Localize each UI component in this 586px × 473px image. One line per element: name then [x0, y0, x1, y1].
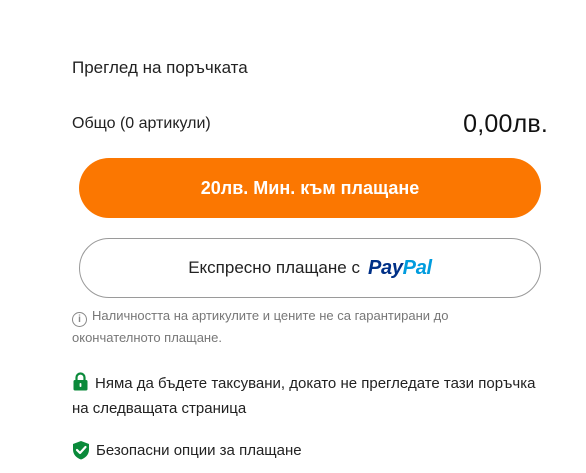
order-summary-title: Преглед на поръчката [72, 58, 248, 77]
info-circle-icon: i [72, 312, 87, 327]
secure-payment-text: Безопасни опции за плащане [96, 441, 302, 459]
paypal-express-button[interactable]: Експресно плащане с PayPal [79, 238, 541, 298]
order-summary-panel: Преглед на поръчката Общо (0 артикули) 0… [0, 0, 586, 473]
paypal-logo-pay: Pay [367, 256, 403, 279]
availability-note-text: Наличността на артикулите и цените не са… [72, 308, 449, 345]
secure-payment-row: Безопасни опции за плащане [72, 440, 302, 460]
shield-check-icon [72, 440, 90, 460]
total-items-label: Общо (0 артикули) [72, 115, 211, 132]
lock-icon [72, 372, 89, 398]
total-amount: 0,00лв. [463, 110, 548, 138]
availability-note: i Наличността на артикулите и цените не с… [72, 305, 532, 349]
paypal-button-label: Експресно плащане с [188, 258, 360, 277]
paypal-logo: PayPal [368, 257, 432, 280]
checkout-button[interactable]: 20лв. Мин. към плащане [79, 158, 541, 218]
no-charge-note-text: Няма да бъдете таксувани, докато не прег… [72, 375, 536, 417]
no-charge-note: Няма да бъдете таксувани, докато не прег… [72, 372, 542, 420]
paypal-logo-pal: Pal [402, 256, 432, 279]
